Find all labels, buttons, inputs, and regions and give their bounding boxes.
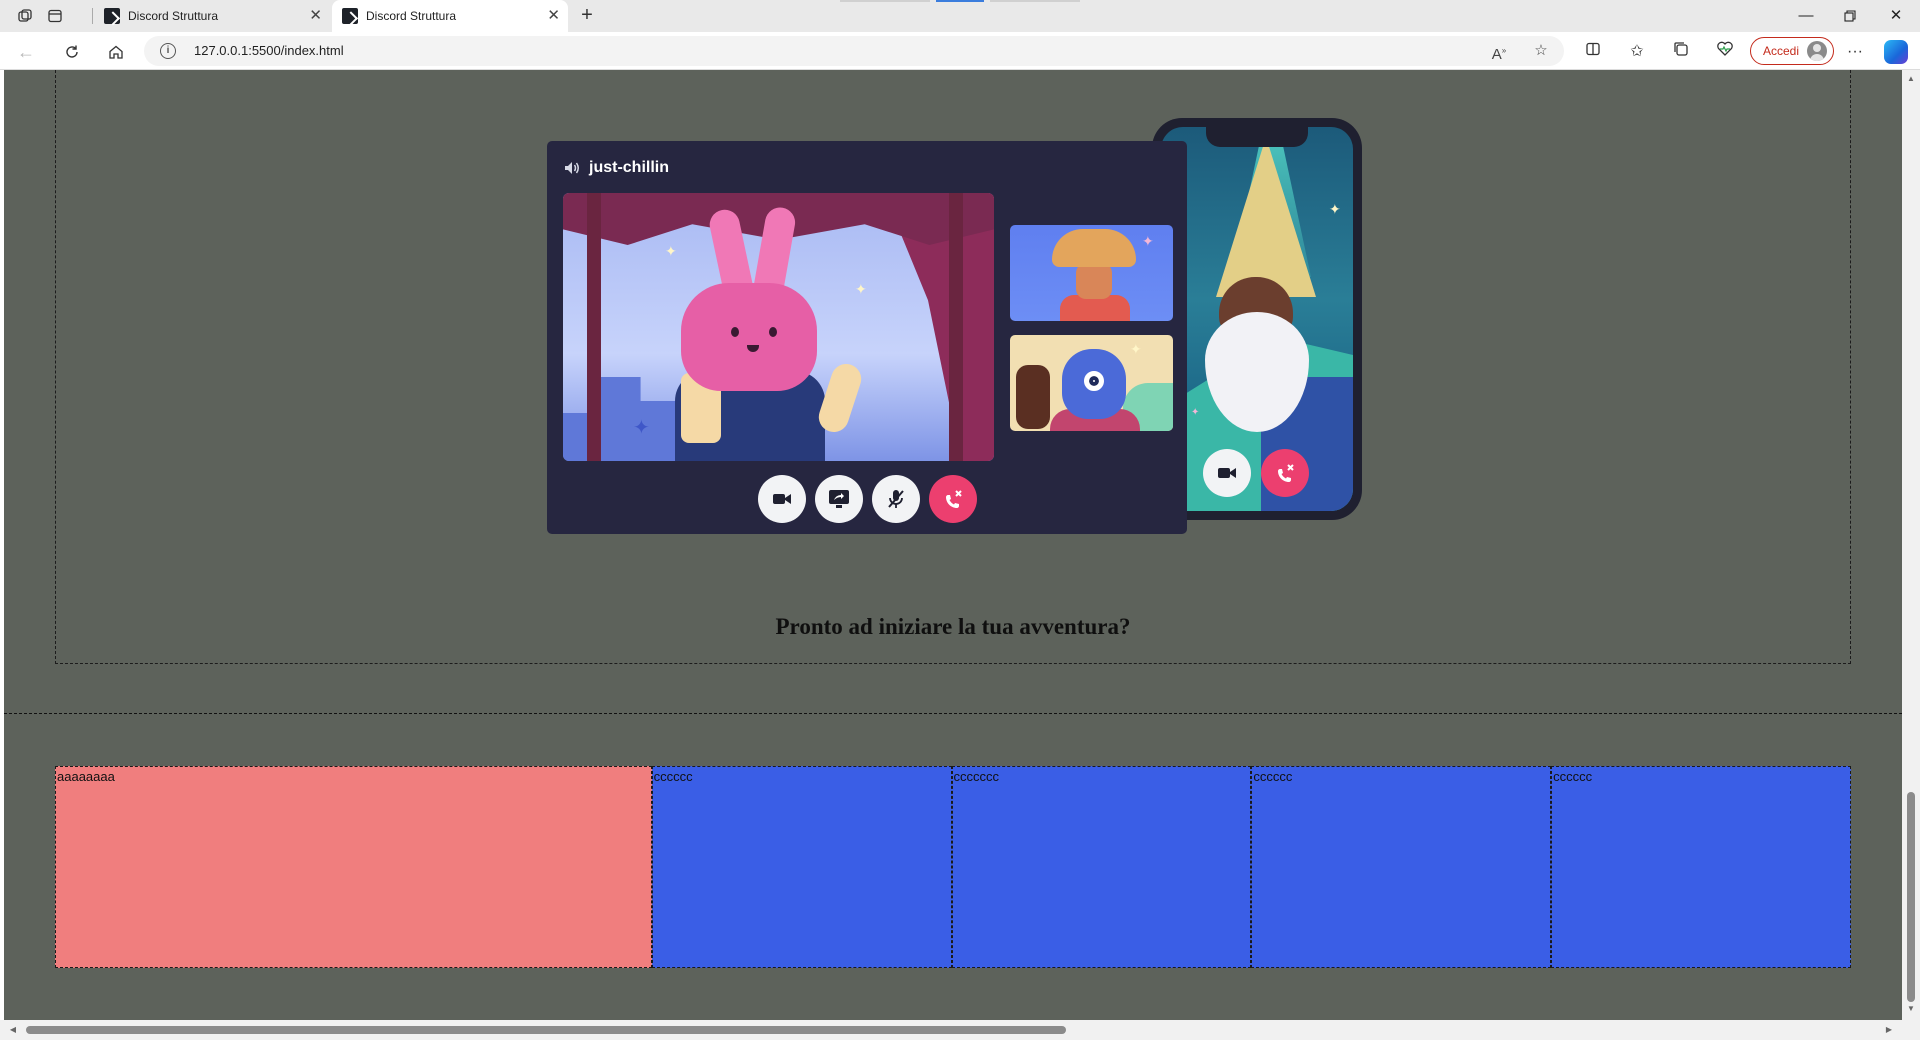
- read-aloud-icon[interactable]: A»: [1490, 42, 1508, 63]
- bunny-eye: [769, 327, 777, 337]
- star-icon[interactable]: ☆: [1532, 42, 1550, 60]
- cell-small: cccccc: [1251, 766, 1552, 968]
- sparkle-icon: ✦: [1142, 233, 1154, 249]
- main-video-tile: ✦ ✦ ✦: [563, 193, 994, 461]
- close-tab-icon[interactable]: ✕: [309, 8, 322, 24]
- vertical-scroll-thumb[interactable]: [1907, 792, 1915, 1002]
- heart-pulse-icon[interactable]: [1714, 41, 1736, 63]
- site-info-icon[interactable]: i: [160, 43, 176, 59]
- back-arrow-icon[interactable]: ←: [14, 40, 38, 64]
- cell-row: aaaaaaaa cccccc ccccccc cccccc cccccc: [55, 766, 1851, 968]
- mushroom-hat: [1052, 229, 1136, 267]
- section-divider: [4, 713, 1902, 714]
- voice-call-window: just-chillin ✦ ✦ ✦ ✦ ✦: [547, 141, 1187, 534]
- cell-small: cccccc: [1551, 766, 1851, 968]
- tab-discord-struttura-1[interactable]: Discord Struttura ✕: [94, 0, 330, 32]
- alien-eye: [1084, 371, 1104, 391]
- tab-title: Discord Struttura: [366, 9, 457, 23]
- sparkle-icon: ✦: [855, 281, 867, 297]
- restore-icon[interactable]: [1830, 4, 1870, 28]
- workspaces-icon[interactable]: [14, 5, 36, 27]
- stage-pillar: [949, 193, 963, 461]
- home-icon[interactable]: [104, 40, 128, 64]
- camera-button: [1203, 449, 1251, 497]
- speaker-icon: [565, 162, 579, 174]
- close-tab-icon[interactable]: ✕: [547, 8, 560, 24]
- discord-favicon-icon: [104, 8, 120, 24]
- window-drag-indicator: [990, 0, 1080, 2]
- cell-large: aaaaaaaa: [55, 766, 652, 968]
- tab-discord-struttura-2[interactable]: Discord Struttura ✕: [332, 0, 568, 32]
- bunny-head: [681, 283, 817, 391]
- scroll-left-icon[interactable]: ◀: [8, 1025, 18, 1035]
- sparkle-icon: ✦: [633, 417, 650, 439]
- browser-viewport: ✦ ✦ just-chillin ✦ ✦ ✦ ✦ ✦ Pronto ad ini…: [0, 70, 1920, 1040]
- sparkle-icon: ✦: [1191, 407, 1200, 418]
- stage-pillar: [587, 193, 601, 461]
- bunny-eye: [731, 327, 739, 337]
- horizontal-scroll-thumb[interactable]: [26, 1026, 1066, 1034]
- hangup-button: [929, 475, 977, 523]
- url-text[interactable]: 127.0.0.1:5500/index.html: [194, 43, 344, 58]
- split-screen-icon[interactable]: [1582, 41, 1604, 63]
- side-video-tile-alien: ✦: [1010, 335, 1173, 431]
- scroll-up-icon[interactable]: ▲: [1906, 74, 1916, 84]
- tab-actions-icon[interactable]: [44, 5, 66, 27]
- favorites-icon[interactable]: ✩: [1626, 41, 1648, 63]
- tab-separator: [92, 8, 93, 24]
- wizard-hat: [1216, 137, 1316, 297]
- sparkle-icon: ✦: [1329, 201, 1341, 217]
- scroll-down-icon[interactable]: ▼: [1906, 1004, 1916, 1014]
- refresh-icon[interactable]: [60, 40, 84, 64]
- vertical-scrollbar[interactable]: ▲ ▼: [1902, 70, 1920, 1020]
- camera-button: [758, 475, 806, 523]
- phone-screen: ✦ ✦: [1161, 127, 1353, 511]
- close-window-icon[interactable]: ✕: [1876, 4, 1916, 28]
- window-drag-indicator-active: [936, 0, 984, 2]
- more-icon[interactable]: ···: [1844, 41, 1866, 63]
- sparkle-icon: ✦: [1130, 341, 1142, 357]
- cell-small: cccccc: [651, 766, 952, 968]
- collections-icon[interactable]: [1670, 41, 1692, 63]
- minimize-icon[interactable]: —: [1786, 4, 1826, 28]
- new-tab-icon[interactable]: +: [576, 5, 598, 27]
- page-body: ✦ ✦ just-chillin ✦ ✦ ✦ ✦ ✦ Pronto ad ini…: [4, 70, 1902, 1020]
- discord-favicon-icon: [342, 8, 358, 24]
- profile-avatar-icon: [1807, 41, 1828, 61]
- address-bar[interactable]: i 127.0.0.1:5500/index.html A» ☆: [144, 36, 1564, 66]
- scroll-right-icon[interactable]: ▶: [1884, 1025, 1894, 1035]
- phone-notch: [1206, 127, 1308, 147]
- cell-small: ccccccc: [951, 766, 1252, 968]
- channel-name: just-chillin: [589, 159, 669, 176]
- horizontal-scrollbar[interactable]: ◀ ▶: [0, 1020, 1902, 1040]
- waving-hand: [1016, 365, 1050, 429]
- side-video-tile-mushroom: ✦: [1010, 225, 1173, 321]
- tab-bar: Discord Struttura ✕ Discord Struttura ✕ …: [0, 0, 1920, 32]
- signin-label: Accedi: [1763, 44, 1800, 58]
- mute-mic-button: [872, 475, 920, 523]
- hero-heading: Pronto ad iniziare la tua avventura?: [775, 614, 1131, 639]
- screen-share-button: [815, 475, 863, 523]
- sparkle-icon: ✦: [665, 243, 677, 259]
- hangup-button: [1261, 449, 1309, 497]
- character-face: [1076, 263, 1112, 299]
- tab-title: Discord Struttura: [128, 9, 219, 23]
- copilot-icon[interactable]: [1884, 40, 1908, 64]
- window-drag-indicator: [840, 0, 930, 2]
- signin-button[interactable]: Accedi: [1750, 37, 1835, 65]
- channel-header: just-chillin: [563, 159, 669, 177]
- scrollbar-corner: [1902, 1020, 1920, 1040]
- address-toolbar: ← i 127.0.0.1:5500/index.html A» ☆ ✩ Acc…: [0, 32, 1920, 70]
